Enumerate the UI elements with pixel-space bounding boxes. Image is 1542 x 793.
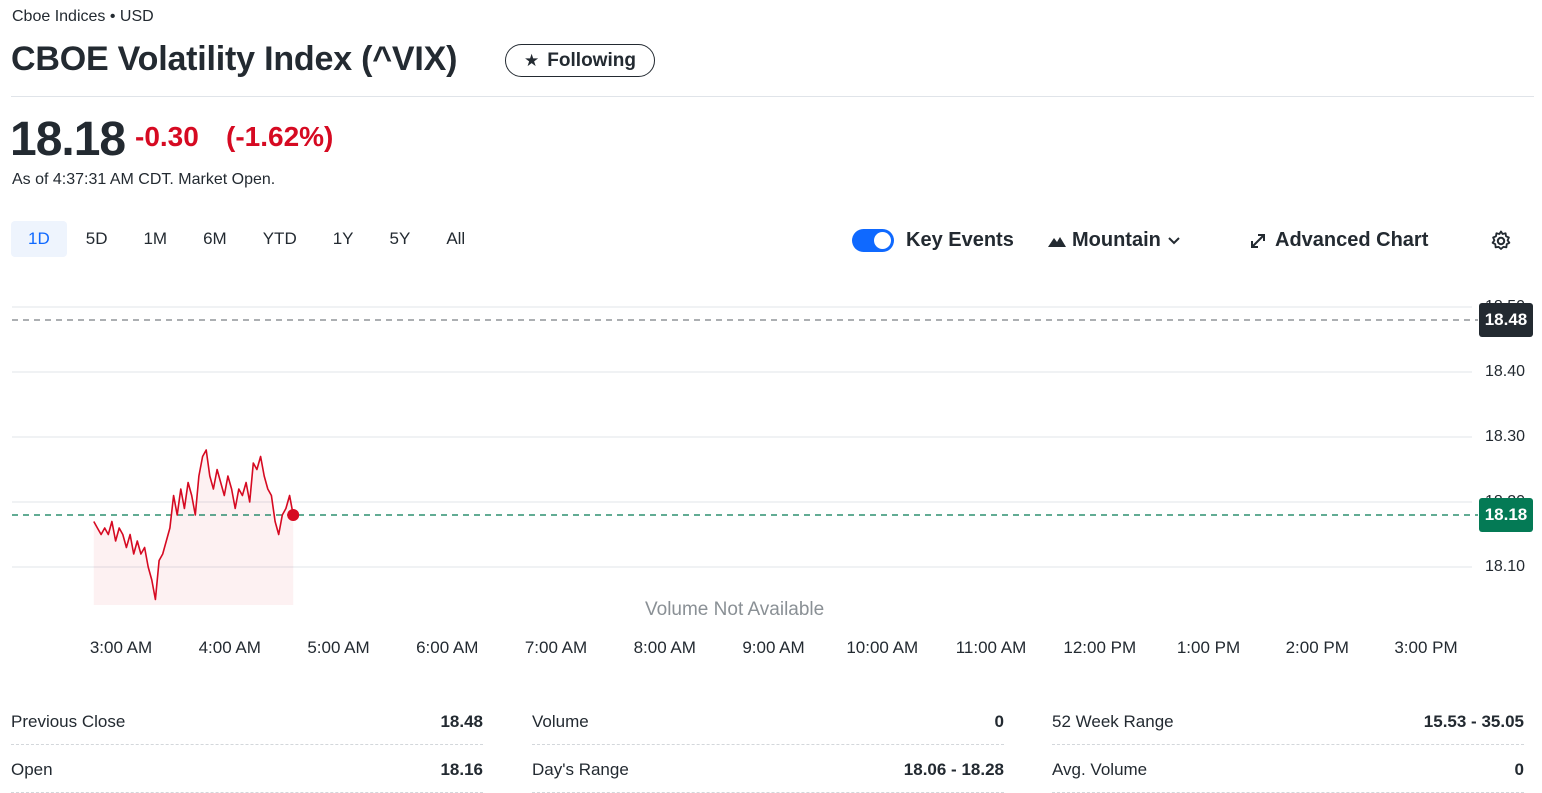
stat-value: 18.48 [440,712,483,731]
x-tick-label: 8:00 AM [633,638,696,657]
range-tab-1y[interactable]: 1Y [316,221,371,257]
x-tick-label: 6:00 AM [416,638,479,657]
range-tab-1m[interactable]: 1M [126,221,184,257]
key-events-toggle[interactable] [852,229,894,252]
x-tick-label: 10:00 AM [846,638,919,657]
stat-label: 52 Week Range [1052,712,1174,731]
x-tick-label: 7:00 AM [524,638,588,657]
previous-close-flag: 18.48 [1479,303,1533,337]
header-divider [11,96,1534,97]
x-tick-label: 3:00 PM [1394,638,1458,657]
x-tick-label: 12:00 PM [1063,638,1137,657]
following-button[interactable]: ★ Following [505,44,655,77]
stat-value: 0 [994,712,1004,731]
range-tab-5d[interactable]: 5D [69,221,125,257]
price-change: -0.30 [135,121,199,152]
x-tick-label: 3:00 AM [89,638,153,657]
quote-timestamp: As of 4:37:31 AM CDT. Market Open. [12,171,276,188]
chart-type-dropdown[interactable]: Mountain [1048,229,1181,252]
stat-label: Open [11,760,53,779]
range-tab-6m[interactable]: 6M [186,221,244,257]
stat-value: 18.06 - 18.28 [903,760,1004,779]
key-events-label: Key Events [906,229,1014,251]
x-tick-label: 4:00 AM [198,638,261,657]
stat-open: Open 18.16 [11,748,483,793]
following-label: Following [547,49,636,71]
stat-value: 15.53 - 35.05 [1423,712,1524,731]
chevron-down-icon [1168,236,1180,244]
current-price-flag: 18.18 [1479,498,1533,532]
advanced-chart-button[interactable]: Advanced Chart [1249,229,1428,252]
volume-not-available: Volume Not Available [645,599,825,620]
x-tick-label: 1:00 PM [1176,638,1241,657]
range-tab-all[interactable]: All [429,221,482,257]
mountain-icon [1048,236,1066,247]
current-price: 18.18 [10,113,126,166]
gear-icon[interactable] [1489,229,1513,253]
x-tick-label: 2:00 PM [1285,638,1349,657]
stat-52-week-range: 52 Week Range 15.53 - 35.05 [1052,700,1524,745]
stat-value: 18.16 [440,760,483,779]
stat-avg-volume: Avg. Volume 0 [1052,748,1524,793]
toggle-knob [874,232,891,249]
chart-type-label: Mountain [1072,229,1161,251]
stat-days-range: Day's Range 18.06 - 18.28 [532,748,1004,793]
stat-label: Avg. Volume [1052,760,1148,779]
stat-volume: Volume 0 [532,700,1004,745]
x-tick-label: 11:00 AM [955,638,1027,657]
stat-label: Previous Close [11,712,126,731]
price-change-percent: (-1.62%) [226,121,334,152]
stat-previous-close: Previous Close 18.48 [11,700,483,745]
range-tab-ytd[interactable]: YTD [246,221,314,257]
star-icon: ★ [524,51,540,70]
stat-value: 0 [1514,760,1524,779]
x-tick-label: 9:00 AM [742,638,805,657]
range-tabs: 1D 5D 1M 6M YTD 1Y 5Y All [11,221,484,257]
range-tab-1d[interactable]: 1D [11,221,67,257]
y-tick-label: 18.30 [1485,428,1526,445]
range-tab-5y[interactable]: 5Y [373,221,428,257]
advanced-chart-label: Advanced Chart [1275,229,1429,251]
y-tick-label: 18.10 [1485,558,1526,575]
y-tick-label: 18.40 [1485,363,1526,380]
stat-label: Volume [532,712,589,731]
x-tick-label: 5:00 AM [307,638,370,657]
stat-label: Day's Range [532,760,629,779]
expand-icon [1251,233,1265,248]
page-title: CBOE Volatility Index (^VIX) [11,40,458,78]
current-price-dot [287,509,300,521]
exchange-label: Cboe Indices • USD [12,8,154,25]
